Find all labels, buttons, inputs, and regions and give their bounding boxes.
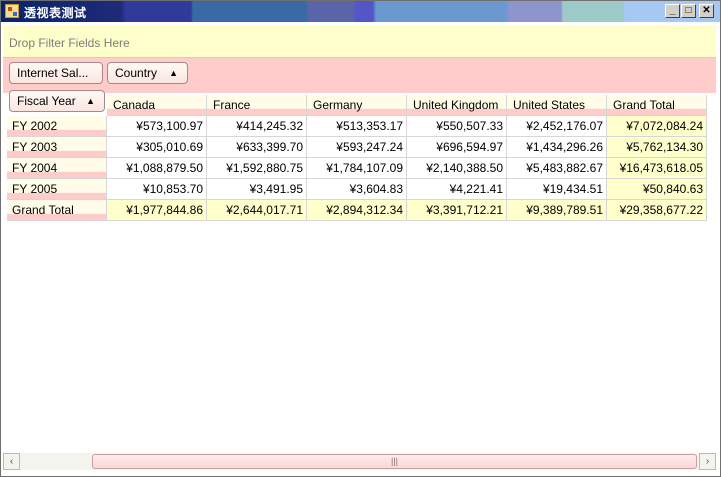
window-title: 透视表测试 bbox=[24, 6, 87, 20]
column-header[interactable]: Canada bbox=[107, 95, 207, 116]
data-cell[interactable]: ¥2,452,176.07 bbox=[507, 116, 607, 137]
data-cell[interactable]: ¥3,604.83 bbox=[307, 179, 407, 200]
total-cell[interactable]: ¥29,358,677.22 bbox=[607, 200, 707, 221]
total-cell[interactable]: ¥16,473,618.05 bbox=[607, 158, 707, 179]
data-cell[interactable]: ¥1,434,296.26 bbox=[507, 137, 607, 158]
row-field-fiscal-year[interactable]: Fiscal Year ▲ bbox=[9, 90, 105, 112]
row-header[interactable]: FY 2004 bbox=[7, 158, 107, 179]
minimize-button[interactable]: _ bbox=[665, 4, 680, 18]
column-header[interactable]: France bbox=[207, 95, 307, 116]
column-header[interactable]: United States bbox=[507, 95, 607, 116]
filter-drop-hint: Drop Filter Fields Here bbox=[9, 36, 130, 50]
scroll-thumb[interactable]: ||| bbox=[92, 454, 697, 469]
data-cell[interactable]: ¥4,221.41 bbox=[407, 179, 507, 200]
column-field-area[interactable]: Internet Sal... Country ▲ bbox=[3, 58, 716, 93]
column-header[interactable]: Grand Total bbox=[607, 95, 707, 116]
total-cell[interactable]: ¥2,644,017.71 bbox=[207, 200, 307, 221]
app-window: 透视表测试 _ □ ✕ Drop Filter Fields Here Inte… bbox=[0, 0, 721, 477]
data-cell[interactable]: ¥305,010.69 bbox=[107, 137, 207, 158]
column-header[interactable]: Germany bbox=[307, 95, 407, 116]
data-field-label: Internet Sal... bbox=[17, 66, 89, 80]
total-cell[interactable]: ¥7,072,084.24 bbox=[607, 116, 707, 137]
title-bar[interactable]: 透视表测试 _ □ ✕ bbox=[1, 1, 720, 22]
data-cell[interactable]: ¥10,853.70 bbox=[107, 179, 207, 200]
total-cell[interactable]: ¥5,762,134.30 bbox=[607, 137, 707, 158]
data-cell[interactable]: ¥414,245.32 bbox=[207, 116, 307, 137]
total-cell[interactable]: ¥2,894,312.34 bbox=[307, 200, 407, 221]
row-header[interactable]: FY 2003 bbox=[7, 137, 107, 158]
total-cell[interactable]: ¥9,389,789.51 bbox=[507, 200, 607, 221]
data-cell[interactable]: ¥1,784,107.09 bbox=[307, 158, 407, 179]
data-cell[interactable]: ¥19,434.51 bbox=[507, 179, 607, 200]
app-icon bbox=[5, 4, 19, 18]
data-cell[interactable]: ¥633,399.70 bbox=[207, 137, 307, 158]
column-field-label: Country bbox=[115, 66, 158, 80]
data-cell[interactable]: ¥3,491.95 bbox=[207, 179, 307, 200]
filter-drop-zone[interactable]: Drop Filter Fields Here bbox=[3, 25, 716, 58]
close-button[interactable]: ✕ bbox=[699, 4, 714, 18]
total-cell[interactable]: ¥50,840.63 bbox=[607, 179, 707, 200]
data-cell[interactable]: ¥2,140,388.50 bbox=[407, 158, 507, 179]
data-cell[interactable]: ¥593,247.24 bbox=[307, 137, 407, 158]
data-cell[interactable]: ¥573,100.97 bbox=[107, 116, 207, 137]
data-cell[interactable]: ¥1,088,879.50 bbox=[107, 158, 207, 179]
data-cell[interactable]: ¥5,483,882.67 bbox=[507, 158, 607, 179]
data-cell[interactable]: ¥550,507.33 bbox=[407, 116, 507, 137]
row-header[interactable]: FY 2005 bbox=[7, 179, 107, 200]
data-cell[interactable]: ¥696,594.97 bbox=[407, 137, 507, 158]
row-header[interactable]: Grand Total bbox=[7, 200, 107, 221]
total-cell[interactable]: ¥3,391,712.21 bbox=[407, 200, 507, 221]
data-field-internet-sales[interactable]: Internet Sal... bbox=[9, 62, 103, 84]
column-field-country[interactable]: Country ▲ bbox=[107, 62, 188, 84]
row-field-label: Fiscal Year bbox=[17, 94, 76, 108]
column-header[interactable]: United Kingdom bbox=[407, 95, 507, 116]
sort-ascending-icon: ▲ bbox=[169, 68, 178, 78]
data-cell[interactable]: ¥1,592,880.75 bbox=[207, 158, 307, 179]
sort-ascending-icon: ▲ bbox=[86, 96, 95, 106]
horizontal-scrollbar[interactable]: ‹ ||| › bbox=[3, 453, 716, 470]
data-cell[interactable]: ¥513,353.17 bbox=[307, 116, 407, 137]
row-header[interactable]: FY 2002 bbox=[7, 116, 107, 137]
scroll-right-arrow-icon[interactable]: › bbox=[699, 453, 716, 470]
scroll-left-arrow-icon[interactable]: ‹ bbox=[3, 453, 20, 470]
maximize-button[interactable]: □ bbox=[681, 4, 696, 18]
total-cell[interactable]: ¥1,977,844.86 bbox=[107, 200, 207, 221]
